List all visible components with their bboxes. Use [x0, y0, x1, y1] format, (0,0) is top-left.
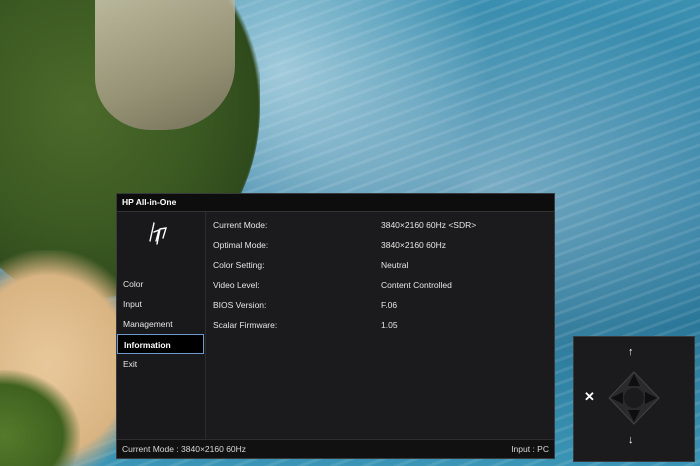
osd-body: Color Input Management Information Exit … [117, 212, 554, 440]
up-arrow-icon[interactable]: ↑ [628, 347, 634, 358]
osd-footer: Current Mode : 3840×2160 60Hz Input : PC [117, 439, 554, 458]
info-row-video-level: Video Level: Content Controlled [213, 275, 543, 295]
osd-title: HP All-in-One [117, 194, 554, 212]
close-icon[interactable]: ✕ [584, 390, 595, 403]
dpad-icon [608, 371, 660, 425]
hp-logo-icon [149, 222, 167, 245]
info-value: Neutral [381, 260, 409, 270]
info-label: Video Level: [213, 280, 260, 290]
menu-item-management[interactable]: Management [117, 314, 205, 334]
osd-menu-list: Color Input Management Information Exit [117, 274, 205, 374]
info-value: 1.05 [381, 320, 398, 330]
footer-current-mode: Current Mode : 3840×2160 60Hz [122, 444, 247, 454]
info-value: Content Controlled [381, 280, 452, 290]
menu-item-input[interactable]: Input [117, 294, 205, 314]
menu-item-information[interactable]: Information [117, 334, 204, 354]
info-row-bios-version: BIOS Version: F.06 [213, 295, 543, 315]
info-row-scalar-firmware: Scalar Firmware: 1.05 [213, 315, 543, 335]
footer-input: Input : PC [511, 444, 549, 454]
information-content: Current Mode: 3840×2160 60Hz <SDR> Optim… [206, 212, 554, 440]
cliff-rockface [95, 0, 235, 130]
osd-navigation-widget: ↑ ✕ ↓ [573, 336, 695, 462]
osd-menu-panel: HP All-in-One Color Input Management Inf… [116, 193, 555, 459]
menu-item-color[interactable]: Color [117, 274, 205, 294]
osd-sidebar: Color Input Management Information Exit [117, 212, 206, 440]
down-arrow-icon[interactable]: ↓ [628, 435, 634, 446]
info-row-color-setting: Color Setting: Neutral [213, 255, 543, 275]
info-value: 3840×2160 60Hz [381, 240, 446, 250]
info-row-current-mode: Current Mode: 3840×2160 60Hz <SDR> [213, 215, 543, 235]
foliage-bottom [0, 370, 80, 466]
info-label: Scalar Firmware: [213, 320, 278, 330]
info-label: BIOS Version: [213, 300, 267, 310]
menu-item-exit[interactable]: Exit [117, 354, 205, 374]
info-value: 3840×2160 60Hz <SDR> [381, 220, 477, 230]
info-row-optimal-mode: Optimal Mode: 3840×2160 60Hz [213, 235, 543, 255]
info-label: Current Mode: [213, 220, 268, 230]
info-value: F.06 [381, 300, 398, 310]
info-label: Color Setting: [213, 260, 265, 270]
info-label: Optimal Mode: [213, 240, 269, 250]
